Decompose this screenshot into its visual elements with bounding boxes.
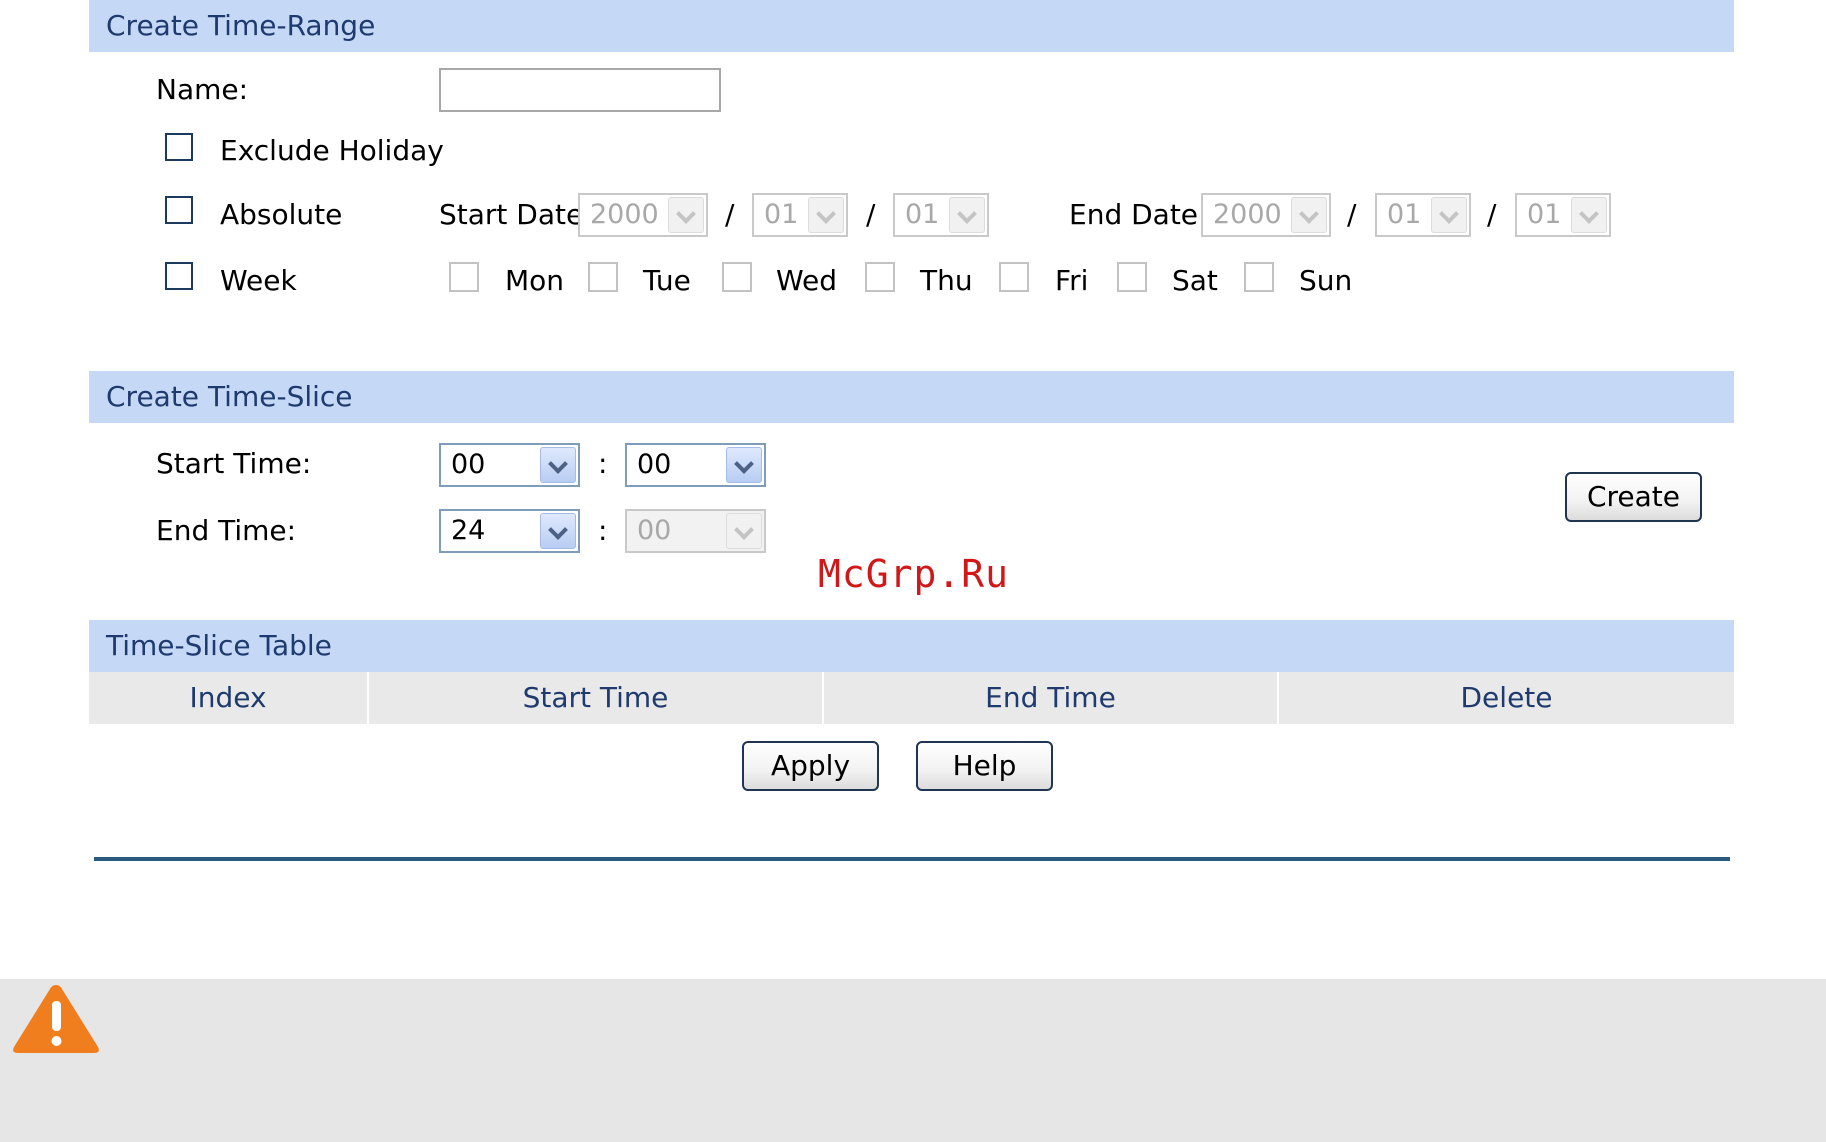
day-checkbox-mon[interactable] (449, 262, 479, 292)
day-label-thu: Thu (920, 264, 973, 297)
day-label-fri: Fri (1055, 264, 1089, 297)
start-date-day-select[interactable]: 01 (893, 193, 989, 237)
exclude-holiday-label: Exclude Holiday (220, 134, 444, 167)
date-separator: / (725, 198, 735, 231)
day-checkbox-sat[interactable] (1117, 262, 1147, 292)
end-date-day-select[interactable]: 01 (1515, 193, 1611, 237)
chevron-down-icon (1291, 197, 1327, 233)
chevron-down-icon (726, 513, 762, 549)
apply-button[interactable]: Apply (742, 741, 879, 791)
watermark: McGrp.Ru (818, 552, 1010, 596)
column-header-end-time: End Time (824, 672, 1279, 724)
time-range-header: Create Time-Range (89, 0, 1734, 52)
divider (94, 857, 1730, 861)
week-checkbox[interactable] (165, 262, 193, 290)
end-date-label: End Date: (1069, 198, 1208, 231)
day-label-sat: Sat (1172, 264, 1218, 297)
time-slice-header: Create Time-Slice (89, 371, 1734, 423)
end-time-label: End Time: (156, 514, 297, 547)
date-separator: / (1347, 198, 1357, 231)
absolute-checkbox[interactable] (165, 196, 193, 224)
day-checkbox-tue[interactable] (588, 262, 618, 292)
week-label: Week (220, 264, 297, 297)
day-label-mon: Mon (505, 264, 565, 297)
day-checkbox-fri[interactable] (999, 262, 1029, 292)
chevron-down-icon (726, 447, 762, 483)
time-separator: : (598, 514, 608, 547)
chevron-down-icon (668, 197, 704, 233)
help-button[interactable]: Help (916, 741, 1053, 791)
chevron-down-icon (540, 447, 576, 483)
day-label-wed: Wed (776, 264, 838, 297)
column-header-delete: Delete (1460, 681, 1553, 714)
end-date-year-select[interactable]: 2000 (1201, 193, 1331, 237)
absolute-label: Absolute (220, 198, 343, 231)
day-checkbox-wed[interactable] (722, 262, 752, 292)
note-box (0, 979, 1826, 1142)
column-header-index: Index (89, 672, 369, 724)
day-checkbox-thu[interactable] (865, 262, 895, 292)
time-separator: : (598, 447, 608, 480)
start-date-label: Start Date: (439, 198, 593, 231)
start-minute-select[interactable]: 00 (625, 443, 766, 487)
chevron-down-icon (1571, 197, 1607, 233)
start-hour-select[interactable]: 00 (439, 443, 580, 487)
day-label-tue: Tue (643, 264, 691, 297)
chevron-down-icon (808, 197, 844, 233)
date-separator: / (866, 198, 876, 231)
exclude-holiday-checkbox[interactable] (165, 133, 193, 161)
column-header-start-time: Start Time (369, 672, 824, 724)
end-hour-select[interactable]: 24 (439, 509, 580, 553)
chevron-down-icon (1431, 197, 1467, 233)
create-button[interactable]: Create (1565, 472, 1702, 522)
name-input[interactable] (439, 68, 721, 112)
day-checkbox-sun[interactable] (1244, 262, 1274, 292)
start-date-year-select[interactable]: 2000 (578, 193, 708, 237)
time-slice-table-header: Time-Slice Table (89, 620, 1734, 672)
chevron-down-icon (540, 513, 576, 549)
date-separator: / (1487, 198, 1497, 231)
start-date-month-select[interactable]: 01 (752, 193, 848, 237)
start-time-label: Start Time: (156, 447, 312, 480)
day-label-sun: Sun (1299, 264, 1353, 297)
end-minute-select[interactable]: 00 (625, 509, 766, 553)
warning-icon (13, 985, 99, 1053)
table-header-row: Index Start Time End Time Delete (89, 672, 1734, 724)
name-label: Name: (156, 73, 249, 106)
chevron-down-icon (949, 197, 985, 233)
end-date-month-select[interactable]: 01 (1375, 193, 1471, 237)
